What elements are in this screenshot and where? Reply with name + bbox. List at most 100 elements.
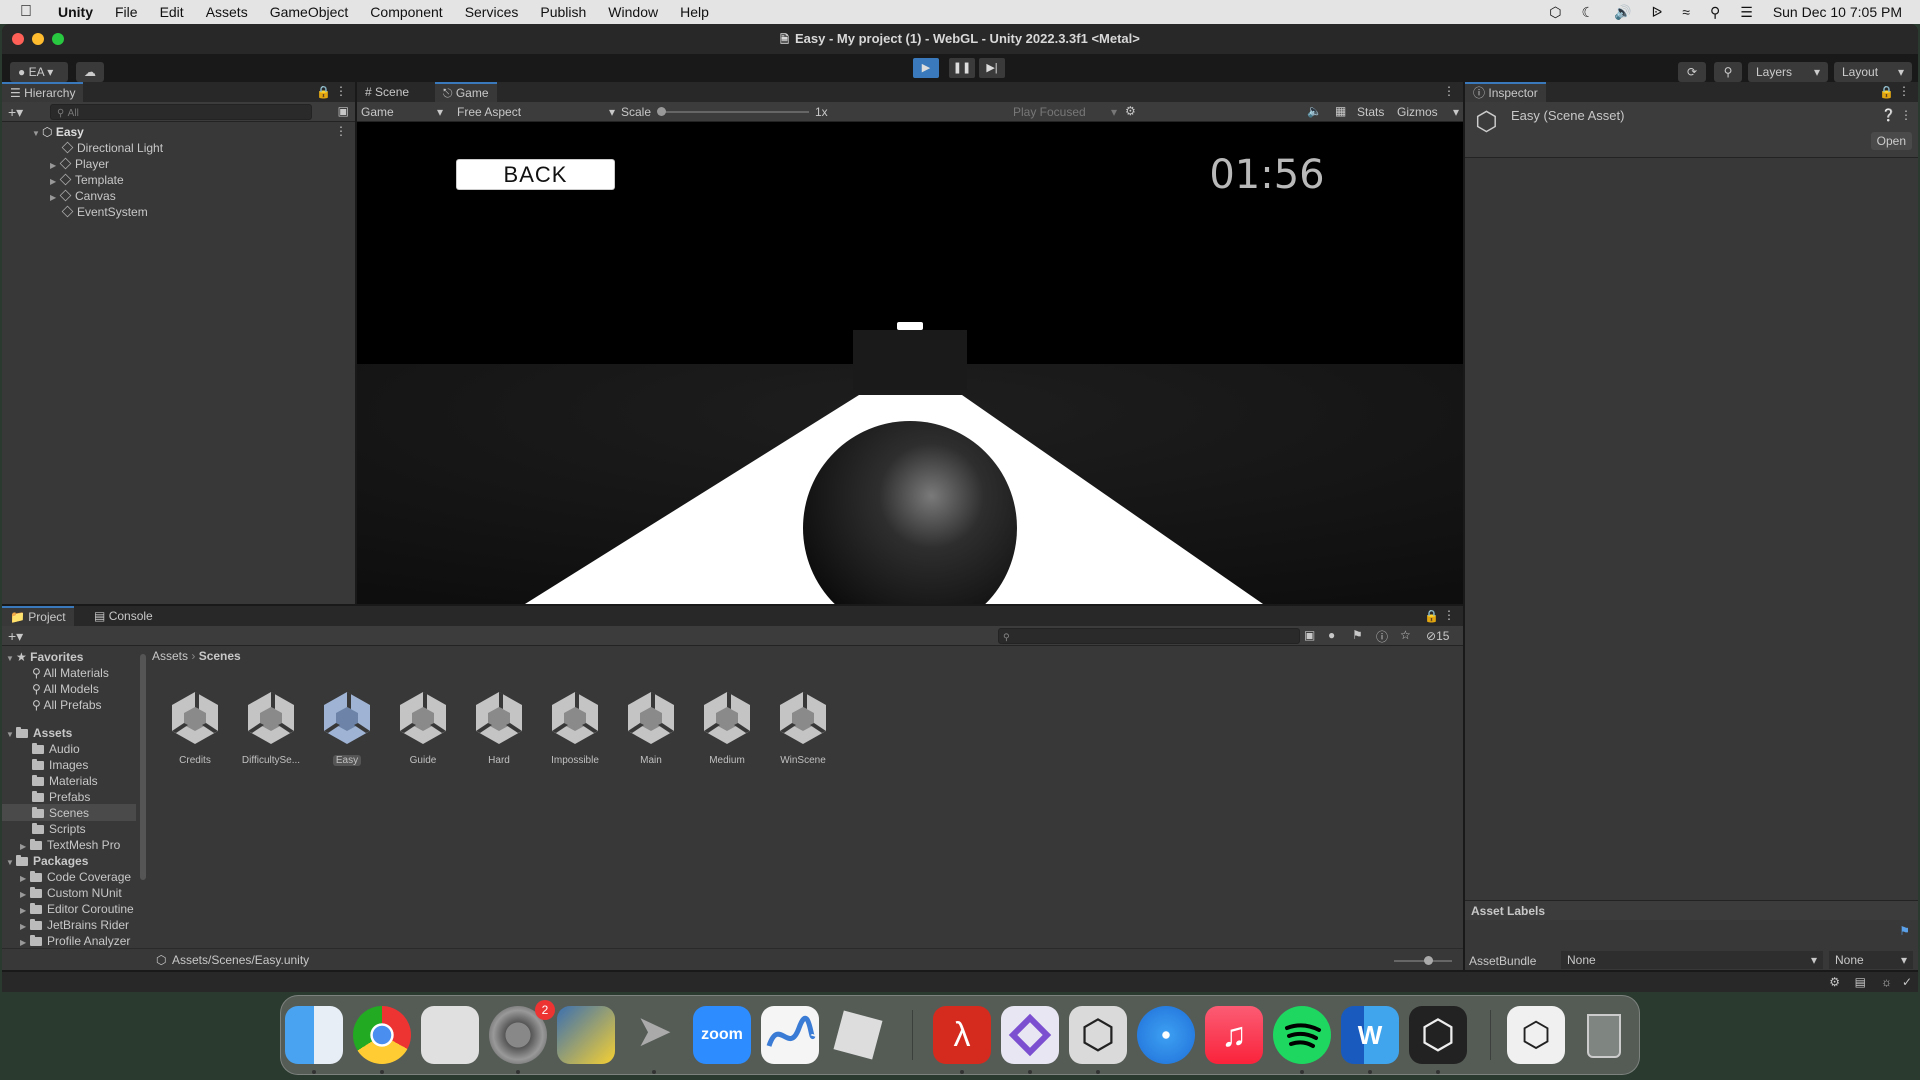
more-options-icon[interactable]: ⋮ [1443,608,1455,622]
bug-icon[interactable]: ⚙ [1125,104,1136,118]
folder-item[interactable]: Prefabs [32,789,90,805]
folder-item[interactable]: ▶ TextMesh Pro [20,837,120,853]
more-options-icon[interactable]: ⋮ [335,84,347,98]
scene-asset[interactable]: WinScene [768,689,838,766]
scene-asset[interactable]: Easy [312,689,382,766]
step-button[interactable]: ▶| [979,58,1005,78]
tab-inspector[interactable]: ⓘ Inspector [1465,82,1546,102]
favorite-item[interactable]: ⚲ All Models [32,681,99,697]
layout-grid-icon[interactable]: ▦ [1335,104,1346,118]
scene-asset[interactable]: Credits [160,689,230,766]
tab-hierarchy[interactable]: ☰ Hierarchy [2,82,84,102]
trash-icon[interactable] [1575,1006,1633,1064]
volume-icon[interactable]: 🔊 [1614,4,1631,21]
rocket-icon[interactable]: ➤ [625,1006,683,1064]
package-item[interactable]: ▶ Code Coverage [20,869,131,885]
history-icon[interactable]: ⟳ [1678,62,1706,82]
hierarchy-item[interactable]: Directional Light [61,140,163,156]
scene-root[interactable]: ▼ ⬡ Easy [32,124,84,140]
game-viewport[interactable]: BACK 01:56 [357,122,1463,604]
project-search[interactable]: ⚲ [998,628,1300,644]
layout-dropdown[interactable]: Layout ▾ [1834,62,1912,82]
open-button[interactable]: Open [1870,132,1912,150]
hierarchy-item[interactable]: ▶ Template [50,172,124,188]
lock-icon[interactable]: 🔒 [1424,609,1439,623]
settings-icon[interactable]: ⋮ [1900,108,1912,122]
moon-icon[interactable]: ☾ [1582,4,1595,21]
check-icon[interactable]: ✓ [1902,975,1912,989]
apple-icon[interactable]:  [20,3,40,21]
filter-type-icon[interactable]: ● [1328,628,1335,642]
safari-icon[interactable] [1137,1006,1195,1064]
auto-generate-lighting-icon[interactable]: ☼ [1881,975,1892,989]
icon-size-slider[interactable] [1394,956,1452,965]
cloud-icon[interactable]: ☁ [76,62,104,82]
hierarchy-search[interactable]: ⚲ All [50,104,312,120]
assets-section[interactable]: ▼ Assets [6,725,72,741]
menu-window[interactable]: Window [608,4,658,20]
lock-icon[interactable]: 🔒 [1879,85,1894,99]
more-options-icon[interactable]: ⋮ [1443,84,1455,98]
menu-app-name[interactable]: Unity [58,4,93,20]
add-icon[interactable]: +▾ [8,104,23,121]
add-icon[interactable]: +▾ [8,628,23,645]
scene-asset[interactable]: Medium [692,689,762,766]
unity-status-icon[interactable]: ⬡ [1549,4,1561,21]
menu-assets[interactable]: Assets [206,4,248,20]
menu-publish[interactable]: Publish [540,4,586,20]
label-tag-icon[interactable]: ⚑ [1899,924,1910,938]
menu-edit[interactable]: Edit [160,4,184,20]
folder-item[interactable]: Images [32,757,88,773]
search-by-type-icon[interactable]: ▣ [1304,628,1315,642]
folder-item[interactable]: Scripts [32,821,86,837]
menu-file[interactable]: File [115,4,138,20]
tab-console[interactable]: ▤ Console [86,606,161,626]
scene-asset[interactable]: Guide [388,689,458,766]
python-launcher-icon[interactable] [557,1006,615,1064]
folder-tree-scrollbar[interactable] [140,654,146,880]
display-dropdown[interactable]: Game ▾ [361,105,443,119]
package-item[interactable]: ▶ Profile Analyzer [20,933,130,948]
maximize-window-button[interactable] [52,33,64,45]
roblox-studio-icon[interactable] [829,1006,887,1064]
finder-icon[interactable] [285,1006,343,1064]
spotify-icon[interactable] [1273,1006,1331,1064]
assetbundle-variant-dropdown[interactable]: None ▾ [1829,951,1913,969]
hidden-packages-toggle[interactable]: ⊘15 [1426,629,1449,643]
hierarchy-item[interactable]: ▶ Canvas [50,188,116,204]
hierarchy-item[interactable]: EventSystem [61,204,148,220]
menu-services[interactable]: Services [465,4,519,20]
scale-slider[interactable] [657,107,809,116]
account-dropdown[interactable]: ● EA ▾ [10,62,68,82]
scene-asset[interactable]: Hard [464,689,534,766]
search-filter-icon[interactable]: ▣ [338,104,349,118]
scene-asset[interactable]: Main [616,689,686,766]
log-icon[interactable]: ⓘ [1376,628,1388,645]
zoom-icon[interactable]: zoom [693,1006,751,1064]
play-button[interactable]: ▶ [913,58,939,78]
stats-button[interactable]: Stats [1357,105,1384,119]
scene-asset[interactable]: Impossible [540,689,610,766]
bluetooth-icon[interactable]: ᐉ [1652,4,1663,21]
folder-item[interactable]: Audio [32,741,80,757]
unity-hub-icon[interactable]: ⬡ [1069,1006,1127,1064]
aspect-dropdown[interactable]: Free Aspect ▾ [457,105,615,119]
tab-game[interactable]: ⎋ Game [435,82,497,102]
assetbundle-dropdown[interactable]: None ▾ [1561,951,1823,969]
visual-studio-icon[interactable] [1001,1006,1059,1064]
layers-dropdown[interactable]: Layers ▾ [1748,62,1828,82]
stack-icon[interactable]: ▤ [1855,975,1866,989]
favorite-item[interactable]: ⚲ All Prefabs [32,697,102,713]
menu-component[interactable]: Component [370,4,442,20]
package-item[interactable]: ▶ Custom NUnit [20,885,122,901]
scale-slider-handle[interactable] [657,107,666,116]
tab-project[interactable]: 📁 Project [2,606,74,626]
favorites-section[interactable]: ▼ ★ Favorites [6,649,83,665]
favorite-item[interactable]: ⚲ All Materials [32,665,109,681]
minimize-window-button[interactable] [32,33,44,45]
chrome-icon[interactable] [353,1006,411,1064]
lock-icon[interactable]: 🔒 [316,85,331,99]
folder-item[interactable]: Materials [32,773,98,789]
pause-button[interactable]: ❚❚ [949,58,975,78]
hierarchy-item[interactable]: ▶ Player [50,156,109,172]
